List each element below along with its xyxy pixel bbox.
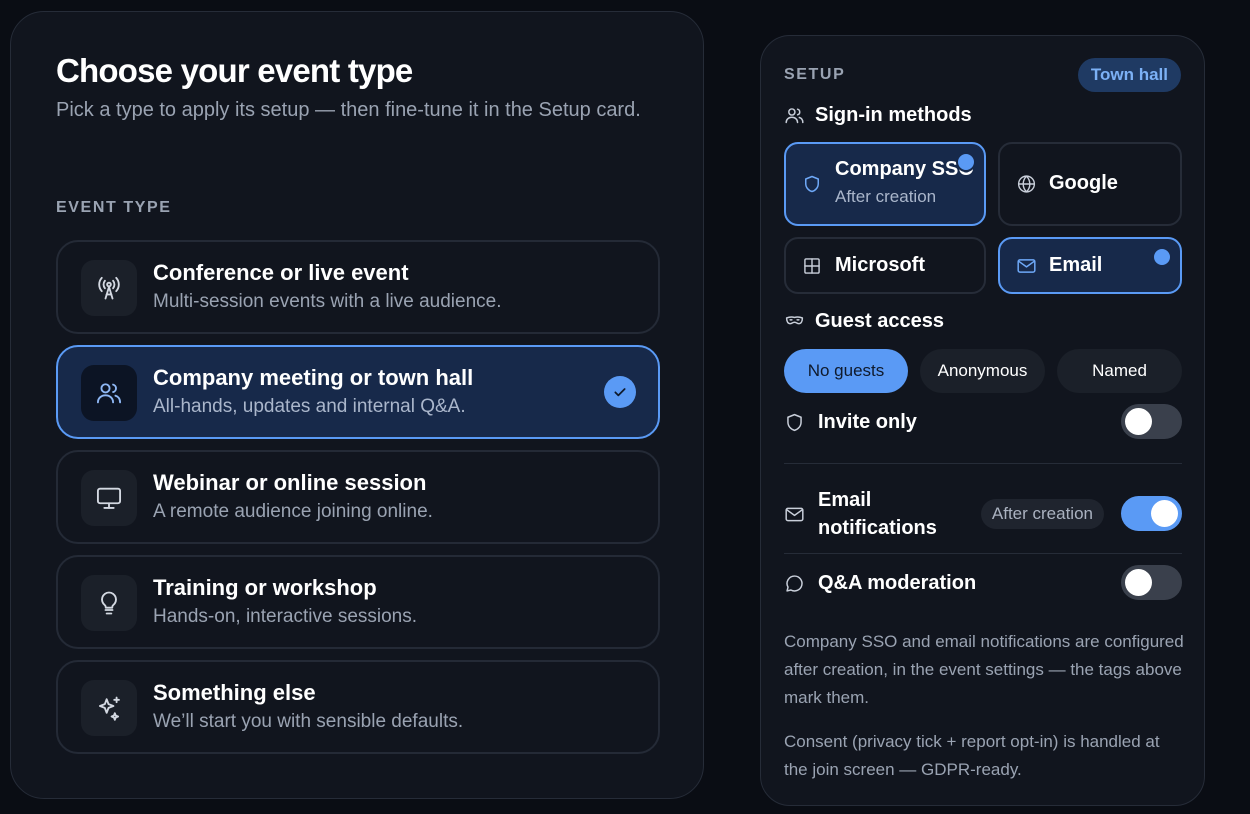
mask-icon (784, 311, 805, 332)
invite-only-row: Invite only (784, 404, 1182, 440)
sign-in-methods-heading: Sign-in methods (784, 104, 972, 127)
event-type-option-company-meeting[interactable]: Company meeting or town hall All-hands, … (56, 345, 660, 439)
sign-in-method-microsoft[interactable]: Microsoft (784, 237, 986, 294)
event-type-description: Multi-session events with a live audienc… (153, 291, 502, 312)
guest-option-named[interactable]: Named (1057, 349, 1182, 393)
email-notifications-label: Email notifications (818, 489, 937, 539)
mail-icon (784, 504, 818, 525)
chat-bubble-icon (784, 573, 818, 594)
sign-in-method-label: Company SSO (835, 158, 974, 180)
event-type-title: Company meeting or town hall (153, 365, 474, 390)
event-type-list: Conference or live event Multi-session e… (56, 240, 660, 765)
toggle-knob (1151, 500, 1178, 527)
event-type-description: All-hands, updates and internal Q&A. (153, 396, 466, 417)
users-icon (784, 105, 805, 126)
sign-in-method-email[interactable]: Email (998, 237, 1182, 294)
toggle-knob (1125, 408, 1152, 435)
toggle-knob (1125, 569, 1152, 596)
event-type-option-training[interactable]: Training or workshop Hands-on, interacti… (56, 555, 660, 649)
guest-option-no-guests[interactable]: No guests (784, 349, 908, 393)
divider (784, 463, 1182, 464)
divider (784, 553, 1182, 554)
check-icon (604, 376, 636, 408)
event-type-badge: Town hall (1077, 58, 1181, 92)
setup-note-after-creation: Company SSO and email notifications are … (784, 632, 1184, 707)
grid-icon (802, 256, 822, 276)
guest-access-heading: Guest access (784, 310, 944, 333)
globe-icon (1016, 174, 1037, 195)
event-type-description: Hands-on, interactive sessions. (153, 606, 418, 627)
page-subtitle: Pick a type to apply its setup — then fi… (56, 99, 641, 121)
email-notifications-row: Email notifications After creation (784, 486, 1182, 542)
qa-moderation-row: Q&A moderation (784, 565, 1182, 601)
sign-in-method-label: Google (1049, 172, 1118, 194)
after-creation-note: After creation (835, 187, 937, 206)
event-type-title: Training or workshop (153, 575, 377, 600)
setup-note-consent: Consent (privacy tick + report opt-in) i… (784, 732, 1160, 779)
event-type-option-conference[interactable]: Conference or live event Multi-session e… (56, 240, 660, 334)
shield-icon (802, 174, 822, 194)
email-notifications-toggle[interactable] (1121, 496, 1182, 531)
event-type-option-something-else[interactable]: Something else We’ll start you with sens… (56, 660, 660, 754)
setup-card: SETUP Town hall Sign-in methods Company … (760, 35, 1205, 806)
shield-icon (784, 412, 818, 433)
lightbulb-icon (81, 575, 137, 631)
monitor-icon (81, 470, 137, 526)
section-label-event-type: EVENT TYPE (56, 199, 172, 216)
event-type-description: A remote audience joining online. (153, 501, 433, 522)
sign-in-method-label: Email (1049, 254, 1103, 276)
qa-moderation-toggle[interactable] (1121, 565, 1182, 600)
sign-in-method-company-sso[interactable]: Company SSO After creation (784, 142, 986, 226)
mail-icon (1016, 255, 1037, 276)
guest-access-label: Guest access (815, 310, 944, 332)
sign-in-methods-label: Sign-in methods (815, 104, 972, 126)
sign-in-method-google[interactable]: Google (998, 142, 1182, 226)
page-title: Choose your event type (56, 52, 413, 89)
event-type-card: Choose your event type Pick a type to ap… (10, 11, 704, 799)
selected-dot-icon (1152, 247, 1172, 267)
invite-only-label: Invite only (818, 411, 917, 433)
sparkles-icon (81, 680, 137, 736)
selected-dot-icon (956, 152, 976, 172)
sign-in-method-label: Microsoft (835, 254, 925, 276)
qa-moderation-label: Q&A moderation (818, 572, 977, 594)
broadcast-icon (81, 260, 137, 316)
event-type-description: We’ll start you with sensible defaults. (153, 711, 464, 732)
after-creation-tag: After creation (980, 499, 1104, 529)
users-icon (81, 365, 137, 421)
invite-only-toggle[interactable] (1121, 404, 1182, 439)
event-type-title: Conference or live event (153, 260, 409, 285)
event-type-title: Something else (153, 680, 316, 705)
event-type-title: Webinar or online session (153, 470, 427, 495)
setup-label: SETUP (784, 66, 846, 83)
guest-option-anonymous[interactable]: Anonymous (920, 349, 1045, 393)
event-type-option-webinar[interactable]: Webinar or online session A remote audie… (56, 450, 660, 544)
